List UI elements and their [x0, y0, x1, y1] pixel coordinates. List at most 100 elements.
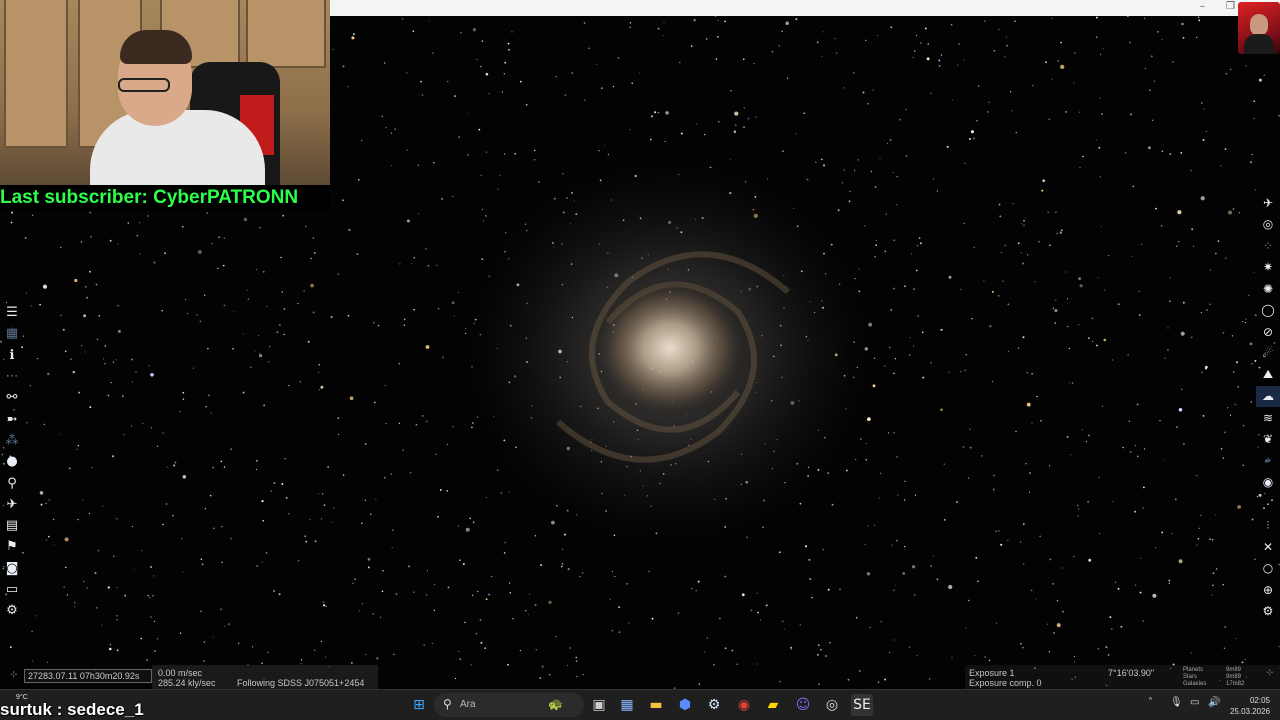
- star: [237, 642, 240, 645]
- water-icon[interactable]: ≋: [1256, 407, 1280, 429]
- star: [858, 670, 861, 672]
- flag-icon[interactable]: ⚑: [0, 536, 24, 557]
- monitor-icon[interactable]: ▭: [0, 579, 24, 600]
- ring-planet-icon[interactable]: ⊘: [1256, 321, 1280, 343]
- restore-icon[interactable]: ❐: [1226, 1, 1235, 12]
- ship-icon[interactable]: ➼: [0, 408, 24, 429]
- status-expand-icon[interactable]: ⊹: [1266, 667, 1274, 677]
- constellation-lines-icon[interactable]: ⋰: [1256, 493, 1280, 515]
- taskbar-clock[interactable]: 02:05 25.03.2026: [1230, 695, 1270, 717]
- minimize-icon[interactable]: –: [1200, 1, 1205, 12]
- comet-icon[interactable]: ☄: [1256, 343, 1280, 365]
- spaceship-mode-icon[interactable]: ✈: [1256, 192, 1280, 214]
- spaceship-icon[interactable]: ✈: [0, 494, 24, 515]
- star: [971, 318, 973, 320]
- windows-start-icon[interactable]: ⊞: [408, 694, 430, 716]
- star: [391, 546, 393, 549]
- date-time-field[interactable]: 27283.07.11 07h30m20.92s: [24, 669, 152, 683]
- star: [403, 324, 406, 327]
- star: [431, 642, 433, 644]
- star: [1097, 648, 1099, 650]
- star: [857, 158, 860, 161]
- circle-icon[interactable]: ○: [1256, 558, 1280, 580]
- star-cluster-icon[interactable]: ✷: [1256, 257, 1280, 279]
- star: [1178, 559, 1183, 564]
- galaxy-icon[interactable]: ◎: [1256, 214, 1280, 236]
- star: [880, 472, 882, 475]
- star: [211, 242, 213, 245]
- film-icon[interactable]: ▤: [0, 515, 24, 536]
- star: [916, 655, 918, 657]
- star: [415, 423, 418, 426]
- labels-icon[interactable]: ⁝: [1256, 515, 1280, 537]
- markers-icon[interactable]: ✕: [1256, 536, 1280, 558]
- volume-icon[interactable]: 🔊: [1208, 697, 1220, 708]
- star: [304, 535, 307, 538]
- steam-icon[interactable]: ⚙: [703, 694, 725, 716]
- star: [352, 33, 355, 36]
- star: [261, 500, 264, 503]
- settings-icon[interactable]: ⚙: [1256, 601, 1280, 623]
- pin-icon[interactable]: ⊹: [10, 669, 18, 679]
- last-subscriber-banner: Last subscriber: CyberPATRONN: [0, 185, 330, 211]
- binoculars-icon[interactable]: ⚯: [0, 387, 24, 408]
- star-icon[interactable]: ✺: [1256, 278, 1280, 300]
- star: [426, 570, 428, 572]
- star: [434, 584, 436, 586]
- nebula-icon[interactable]: ⁘: [1256, 235, 1280, 257]
- star: [458, 136, 460, 138]
- star: [995, 622, 998, 624]
- star: [281, 291, 283, 293]
- star: [1060, 41, 1062, 44]
- star: [64, 537, 69, 542]
- clouds-icon[interactable]: ☁: [1256, 385, 1280, 407]
- chrome-icon[interactable]: ◉: [733, 694, 755, 716]
- terrain-icon[interactable]: ⛰: [1256, 364, 1280, 386]
- file-explorer-icon[interactable]: ▬: [645, 694, 667, 716]
- menu-icon[interactable]: ☰: [0, 302, 24, 323]
- spaceengine-icon[interactable]: SE: [851, 694, 873, 716]
- star: [519, 649, 522, 652]
- star: [1049, 558, 1052, 561]
- taskbar-search[interactable]: ⚲ Ara 🐢: [434, 693, 584, 717]
- task-view-icon[interactable]: ▣: [588, 694, 610, 716]
- orbit-icon[interactable]: ◯: [1256, 300, 1280, 322]
- star: [771, 50, 774, 53]
- star: [471, 426, 473, 429]
- grid-icon[interactable]: ⊕: [1256, 579, 1280, 601]
- settings-icon[interactable]: ⚙: [0, 600, 24, 621]
- star: [853, 72, 855, 74]
- star: [1222, 332, 1225, 334]
- object-list-icon[interactable]: ▦: [0, 323, 24, 344]
- search-icon[interactable]: ⚲: [0, 472, 24, 493]
- star: [1012, 203, 1014, 205]
- eye-icon[interactable]: ◉: [1256, 472, 1280, 494]
- legend-stars-value: 9m89: [1226, 674, 1242, 680]
- star: [968, 477, 970, 479]
- info-icon[interactable]: ℹ: [0, 345, 24, 366]
- star: [564, 94, 567, 96]
- calculator-icon[interactable]: ▦: [616, 694, 638, 716]
- window-titlebar: – ❐: [330, 0, 1280, 16]
- coordinates-icon[interactable]: ⌖: [1256, 450, 1280, 472]
- network-icon[interactable]: ▭: [1190, 697, 1199, 708]
- obs-icon[interactable]: ◎: [821, 694, 843, 716]
- discord-icon[interactable]: ☺: [792, 694, 814, 716]
- planet-icon[interactable]: ●: [0, 451, 24, 472]
- star: [1236, 361, 1238, 364]
- tray-overflow-icon[interactable]: ˄: [1148, 697, 1153, 708]
- camera-icon[interactable]: ◙: [0, 558, 24, 579]
- notes-icon[interactable]: ▰: [762, 694, 784, 716]
- star: [213, 527, 215, 529]
- star: [874, 186, 877, 188]
- vpn-icon[interactable]: ⬢: [674, 694, 696, 716]
- star: [878, 497, 881, 499]
- star: [1032, 84, 1034, 87]
- star-chart-icon[interactable]: ⋯: [0, 366, 24, 387]
- microphone-icon[interactable]: 🎙: [1170, 697, 1183, 708]
- life-icon[interactable]: ❦: [1256, 429, 1280, 451]
- star: [1134, 444, 1136, 447]
- star: [1224, 257, 1227, 260]
- constellation-icon[interactable]: ⁂: [0, 430, 24, 451]
- star: [312, 237, 315, 239]
